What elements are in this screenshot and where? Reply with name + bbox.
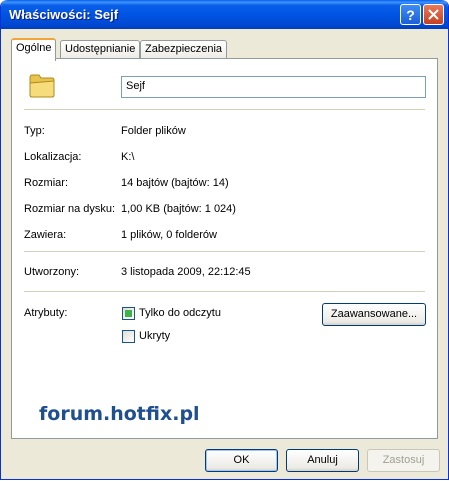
separator <box>24 291 425 292</box>
contains-value: 1 plików, 0 folderów <box>121 229 217 241</box>
close-button[interactable] <box>423 4 444 25</box>
apply-button[interactable]: Zastosuj <box>367 449 440 472</box>
size-label: Rozmiar: <box>24 177 69 189</box>
ok-button[interactable]: OK <box>205 449 278 472</box>
readonly-checkbox-label[interactable]: Tylko do odczytu <box>139 307 221 319</box>
close-icon <box>428 9 439 20</box>
location-value: K:\ <box>121 151 135 163</box>
separator <box>24 109 425 110</box>
created-value: 3 listopada 2009, 22:12:45 <box>121 266 251 278</box>
hidden-checkbox[interactable] <box>122 330 135 343</box>
location-label: Lokalizacja: <box>24 151 82 163</box>
attributes-label: Atrybuty: <box>24 307 68 319</box>
tab-sharing[interactable]: Udostępnianie <box>60 40 141 59</box>
cancel-button[interactable]: Anuluj <box>286 449 359 472</box>
size-value: 14 bajtów (bajtów: 14) <box>121 177 229 189</box>
window-title: Właściwości: Sejf <box>9 7 119 22</box>
readonly-checkbox[interactable] <box>122 307 135 320</box>
contains-label: Zawiera: <box>24 229 67 241</box>
folder-icon <box>29 74 55 98</box>
properties-window: Właściwości: Sejf ? Ogólne Udostępnianie… <box>0 0 449 480</box>
tab-security[interactable]: Zabezpieczenia <box>140 40 228 59</box>
advanced-button[interactable]: Zaawansowane... <box>322 303 426 326</box>
type-value: Folder plików <box>121 125 186 137</box>
folder-name-input[interactable]: Sejf <box>121 76 426 98</box>
help-button[interactable]: ? <box>400 4 421 25</box>
size-on-disk-label: Rozmiar na dysku: <box>24 203 116 215</box>
watermark-text: forum.hotfix.pl <box>39 403 200 425</box>
title-bar[interactable]: Właściwości: Sejf ? <box>1 0 448 29</box>
separator <box>24 251 425 252</box>
size-on-disk-value: 1,00 KB (bajtów: 1 024) <box>121 203 236 215</box>
general-panel: Sejf Typ: Folder plików Lokalizacja: K:\… <box>11 58 438 439</box>
tab-general[interactable]: Ogólne <box>11 38 57 61</box>
type-label: Typ: <box>24 125 45 137</box>
hidden-checkbox-label[interactable]: Ukryty <box>139 330 170 342</box>
created-label: Utworzony: <box>24 266 80 278</box>
